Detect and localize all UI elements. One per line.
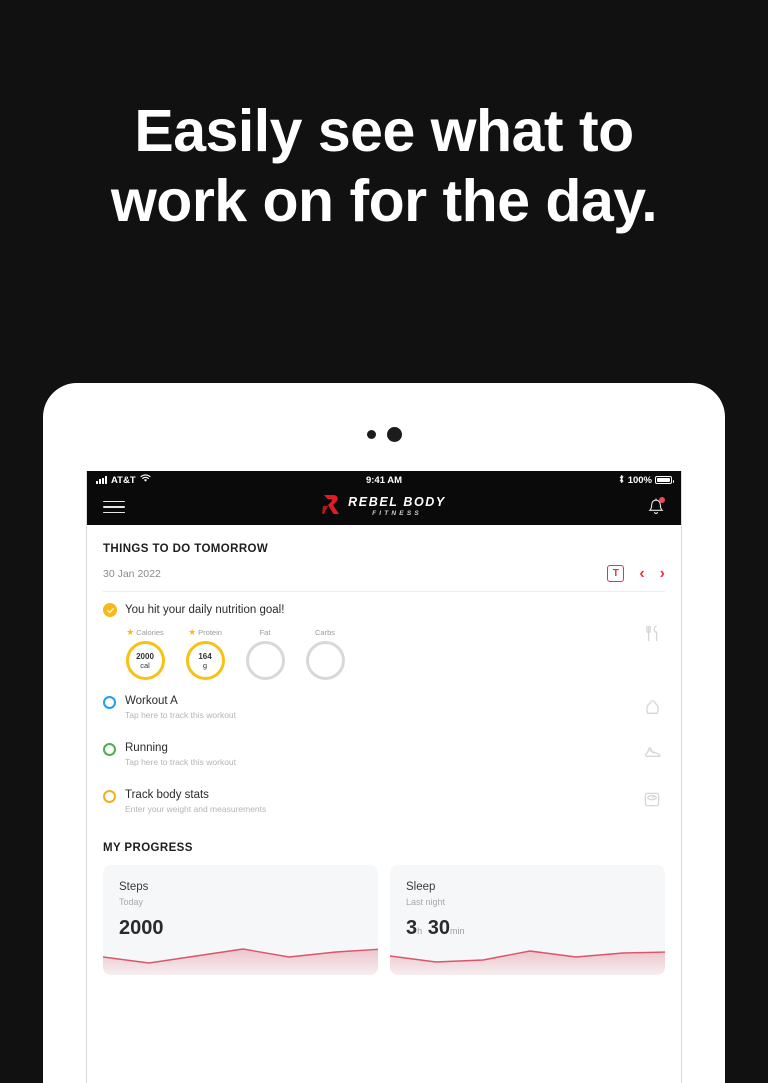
section-title-todo: THINGS TO DO TOMORROW [103,543,269,555]
nutrition-ring-value: 2000 [136,651,154,661]
nutrition-goal-row[interactable]: You hit your daily nutrition goal! ★ Cal… [103,592,665,684]
battery-full-icon [655,476,675,484]
nutrition-ring-label: Carbs [315,626,335,638]
nutrition-ring-carbs[interactable]: Carbs [305,626,345,680]
nutrition-goal-body: You hit your daily nutrition goal! ★ Cal… [103,603,639,680]
nutrition-ring-unit: cal [140,660,150,670]
running-shoe-icon [639,741,665,758]
steps-sparkline-chart [103,948,378,975]
nutrition-rings: ★ Calories 2000 cal ★ Protein 164 g Fat … [103,617,639,680]
task-subtitle: Enter your weight and measurements [125,804,267,814]
battery-percent-label: 100% [627,474,653,486]
bell-icon[interactable] [647,497,665,517]
task-title: Running [125,742,168,754]
nutrition-ring-dial: 164 g [185,641,225,680]
task-row-workout-a[interactable]: Workout A Tap here to track this workout [103,684,665,731]
nutrition-ring-dial [305,641,345,680]
app-brand-text: REBEL BODY FITNESS [348,496,446,518]
nutrition-ring-label-text: Protein [198,627,222,637]
star-icon: ★ [188,626,197,637]
carrier-label: AT&T [111,474,136,486]
nutrition-ring-label: ★ Calories [126,626,164,638]
nutrition-ring-protein[interactable]: ★ Protein 164 g [185,626,225,680]
rebel-r-logo-icon [322,494,341,520]
nutrition-ring-dial [245,641,285,680]
cutlery-icon [639,603,665,642]
signal-bars-icon [96,476,107,484]
kettlebell-icon [639,694,665,715]
status-bar: AT&T 9:41 AM 100% [87,471,681,489]
nutrition-goal-title: You hit your daily nutrition goal! [125,604,285,616]
progress-card-subtitle: Today [119,897,144,907]
notification-badge [659,497,665,503]
app-brand-subtitle: FITNESS [372,510,422,517]
nutrition-ring-calories[interactable]: ★ Calories 2000 cal [125,626,165,680]
app-header: REBEL BODY FITNESS [87,489,681,525]
task-text: Running Tap here to track this workout [116,741,639,769]
device-screen: AT&T 9:41 AM 100% REBEL BODY FITNESS THI… [86,471,682,1083]
task-text: Workout A Tap here to track this workout [116,694,639,722]
status-bar-left: AT&T [96,474,366,486]
task-subtitle: Tap here to track this workout [125,710,237,720]
front-camera-icon [386,426,402,442]
tablet-device-frame: AT&T 9:41 AM 100% REBEL BODY FITNESS THI… [43,383,725,1083]
section-title-progress: MY PROGRESS [103,842,193,854]
nutrition-ring-label-text: Fat [259,627,271,637]
progress-card-steps[interactable]: Steps Today 2000 [103,865,378,975]
sleep-sparkline-chart [390,950,665,975]
status-bar-right: 100% [402,474,675,487]
progress-card-subtitle: Last night [406,897,446,907]
nutrition-ring-unit: g [202,660,208,670]
task-row-running[interactable]: Running Tap here to track this workout [103,731,665,778]
chevron-left-icon[interactable]: ‹ [639,565,644,582]
progress-card-title: Sleep [406,881,436,893]
date-navigation-row: 30 Jan 2022 T ‹ › [103,555,665,591]
task-status-ring[interactable] [103,743,116,756]
nutrition-ring-label: Fat [260,626,271,638]
chevron-right-icon[interactable]: › [660,565,665,582]
nutrition-ring-value: 164 [198,651,212,661]
task-status-ring[interactable] [103,696,116,709]
task-title: Workout A [125,695,178,707]
nutrition-ring-fat[interactable]: Fat [245,626,285,680]
current-date-label: 30 Jan 2022 [103,567,161,580]
hamburger-menu-icon[interactable] [103,500,125,514]
screen-content: THINGS TO DO TOMORROW 30 Jan 2022 T ‹ › [87,525,681,975]
app-brand-name: REBEL BODY [348,495,446,509]
date-nav-controls: T ‹ › [607,565,665,582]
promo-headline-line-2: work on for the day. [110,168,658,234]
nutrition-goal-header: You hit your daily nutrition goal! [103,603,639,617]
status-bar-clock: 9:41 AM [365,474,403,486]
weight-scale-icon [639,788,665,807]
nutrition-ring-label-text: Carbs [314,627,335,637]
task-row-body-stats[interactable]: Track body stats Enter your weight and m… [103,778,665,825]
task-text: Track body stats Enter your weight and m… [116,788,639,816]
bluetooth-icon [618,474,625,487]
star-icon: ★ [126,626,135,637]
task-title: Track body stats [125,789,209,801]
today-button[interactable]: T [607,565,625,582]
progress-card-title: Steps [119,881,149,893]
ambient-sensor-icon [366,429,376,439]
nutrition-ring-label-text: Calories [136,627,164,637]
check-circle-icon [103,603,117,617]
progress-card-sleep[interactable]: Sleep Last night 3h 30min [390,865,665,975]
promo-headline-line-1: Easily see what to [134,98,634,164]
nutrition-ring-dial: 2000 cal [125,641,165,680]
task-status-ring[interactable] [103,790,116,803]
app-brand: REBEL BODY FITNESS [87,494,681,520]
progress-cards: Steps Today 2000 Sleep Last night 3h 30m… [103,865,665,975]
wifi-icon [140,474,151,486]
promo-headline: Easily see what to work on for the day. [0,96,768,236]
nutrition-ring-label: ★ Protein [188,626,222,638]
task-subtitle: Tap here to track this workout [125,757,237,767]
device-sensors [43,425,725,443]
